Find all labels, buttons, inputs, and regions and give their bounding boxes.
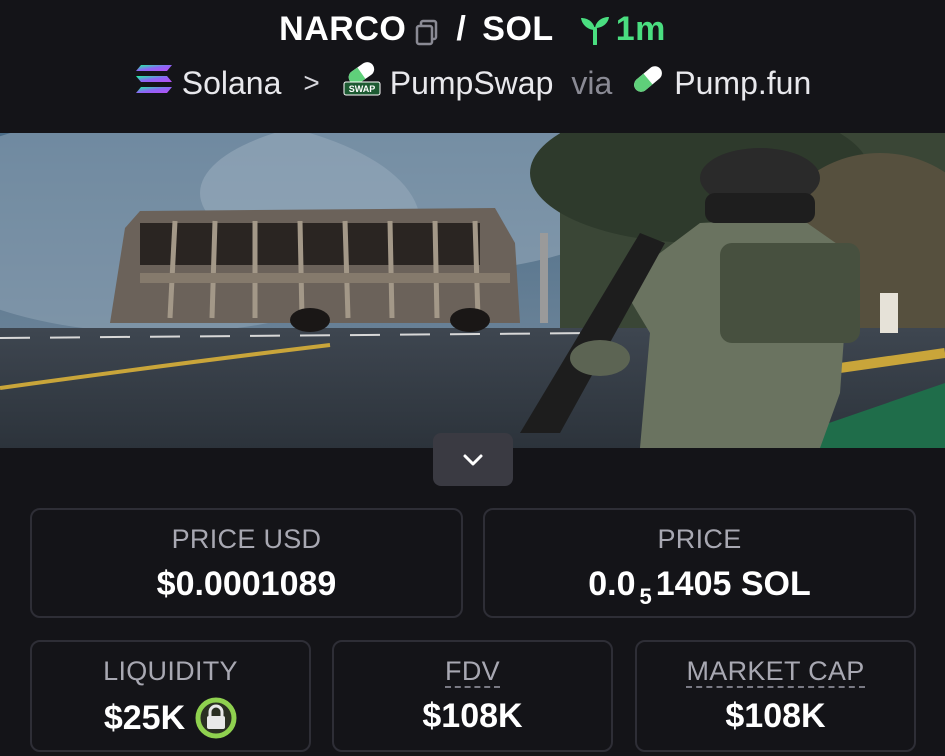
token-banner-image xyxy=(0,133,945,448)
burned-bus-shape xyxy=(110,208,520,332)
pair-title: NARCO / SOL 1m xyxy=(0,10,945,49)
fdv-value: $108K xyxy=(334,697,611,736)
quote-symbol: SOL xyxy=(482,10,554,48)
fdv-card: FDV $108K xyxy=(332,640,613,752)
breadcrumb-chevron: > xyxy=(303,67,320,98)
liquidity-card: LIQUIDITY $25K xyxy=(30,640,311,752)
pill-icon xyxy=(630,63,666,103)
copy-icon[interactable] xyxy=(414,16,440,45)
market-cap-value: $108K xyxy=(637,697,914,736)
price-native-prefix: 0.0 xyxy=(588,565,636,603)
fdv-amount: $108K xyxy=(422,697,523,735)
price-native-zero-count: 5 xyxy=(639,583,652,609)
price-usd-amount: $0.0001089 xyxy=(156,565,337,603)
liquidity-label: LIQUIDITY xyxy=(103,656,238,686)
lock-icon[interactable] xyxy=(195,697,237,739)
via-text: via xyxy=(571,64,613,101)
token-header: NARCO / SOL 1m Solana > SWAP PumpSwap vi… xyxy=(0,0,945,133)
base-symbol: NARCO xyxy=(279,10,407,48)
market-cap-card: MARKET CAP $108K xyxy=(635,640,916,752)
pumpswap-icon: SWAP xyxy=(342,62,382,104)
price-usd-value: $0.0001089 xyxy=(32,565,461,604)
price-usd-label: PRICE USD xyxy=(171,524,322,554)
price-usd-card: PRICE USD $0.0001089 xyxy=(30,508,463,618)
launchpad-name[interactable]: Pump.fun xyxy=(674,65,811,102)
solana-logo-icon xyxy=(134,63,174,103)
expand-button[interactable] xyxy=(433,433,513,486)
chevron-down-icon xyxy=(463,454,483,465)
chain-name[interactable]: Solana xyxy=(182,65,282,102)
fdv-label-wrap: FDV xyxy=(334,656,611,688)
swap-badge-text: SWAP xyxy=(348,84,375,94)
price-native-suffix: 1405 SOL xyxy=(655,565,811,603)
market-cap-amount: $108K xyxy=(725,697,826,735)
market-cap-label-wrap: MARKET CAP xyxy=(637,656,914,688)
liquidity-value: $25K xyxy=(32,697,309,739)
age-text: 1m xyxy=(615,10,666,48)
price-native-label: PRICE xyxy=(657,524,742,554)
sprout-icon xyxy=(580,16,609,45)
chain-dex-row: Solana > SWAP PumpSwap via Pump.fun xyxy=(0,62,945,104)
liquidity-amount: $25K xyxy=(103,698,186,737)
price-native-value: 0.0 5 1405 SOL xyxy=(485,565,914,609)
fdv-label[interactable]: FDV xyxy=(445,656,500,688)
market-cap-label[interactable]: MARKET CAP xyxy=(686,656,865,688)
dex-name[interactable]: PumpSwap xyxy=(390,65,554,102)
pair-age: 1m xyxy=(578,10,666,49)
price-native-card: PRICE 0.0 5 1405 SOL xyxy=(483,508,916,618)
pair-separator: / xyxy=(456,10,467,48)
